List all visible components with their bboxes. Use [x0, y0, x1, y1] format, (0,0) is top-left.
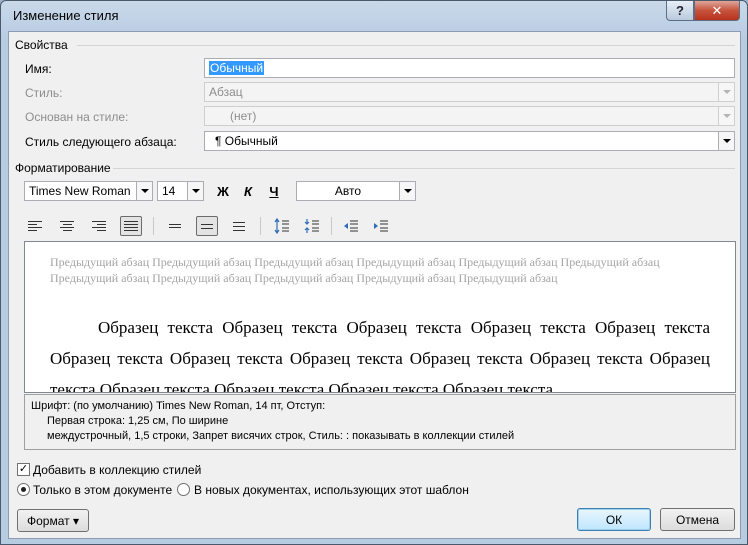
chevron-down-icon: [718, 132, 734, 150]
help-button[interactable]: ?: [666, 1, 694, 21]
decrease-spacing-icon: [304, 219, 319, 233]
name-label: Имя:: [25, 62, 52, 76]
description-line-1: Шрифт: (по умолчанию) Times New Roman, 1…: [31, 400, 326, 412]
format-button[interactable]: Формат ▾: [17, 509, 89, 532]
name-input[interactable]: Обычный: [204, 58, 735, 78]
align-center-icon: [60, 221, 74, 231]
only-this-document-radio[interactable]: [17, 483, 30, 496]
help-icon: ?: [676, 3, 684, 18]
decrease-indent-icon: [344, 220, 358, 232]
add-to-gallery-checkbox[interactable]: ✓: [17, 463, 30, 476]
align-right-icon: [92, 221, 106, 231]
toolbar-separator: [260, 217, 261, 235]
font-color-value: Авто: [334, 184, 362, 198]
new-documents-label[interactable]: В новых документах, использующих этот ша…: [194, 483, 469, 497]
one-half-spacing-button[interactable]: [196, 216, 218, 236]
dialog-body: Свойства Имя: Обычный Стиль: Абзац Основ…: [8, 31, 741, 539]
decrease-paragraph-spacing-button[interactable]: [301, 216, 323, 236]
properties-heading: Свойства: [15, 38, 68, 52]
previous-paragraph-text: Предыдущий абзац Предыдущий абзац Предыд…: [50, 255, 660, 285]
chevron-down-icon: [136, 182, 152, 200]
formatting-divider: [113, 168, 735, 169]
chevron-down-icon: [718, 107, 734, 125]
title-bar[interactable]: Изменение стиля ? ✕: [1, 1, 747, 31]
sample-text-content: Образец текста Образец текста Образец те…: [50, 318, 710, 393]
next-style-select[interactable]: ¶ Обычный: [204, 131, 735, 151]
bold-icon: Ж: [217, 183, 229, 199]
cancel-button[interactable]: Отмена: [660, 508, 735, 531]
underline-button[interactable]: Ч: [263, 181, 285, 201]
increase-indent-icon: [374, 220, 388, 232]
close-icon: ✕: [711, 2, 723, 18]
based-on-select[interactable]: (нет): [204, 106, 735, 126]
ok-button[interactable]: ОК: [577, 508, 651, 531]
add-to-gallery-label[interactable]: Добавить в коллекцию стилей: [33, 463, 201, 477]
next-style-value: ¶ Обычный: [215, 134, 278, 148]
align-center-button[interactable]: [56, 216, 78, 236]
based-on-value: (нет): [230, 109, 257, 123]
double-spacing-icon: [233, 221, 245, 231]
dialog-title: Изменение стиля: [13, 8, 119, 23]
only-this-document-label[interactable]: Только в этом документе: [33, 483, 172, 497]
next-style-label: Стиль следующего абзаца:: [25, 135, 177, 149]
toolbar-separator: [153, 217, 154, 235]
new-documents-radio[interactable]: [177, 483, 190, 496]
formatting-heading: Форматирование: [15, 161, 111, 175]
single-spacing-button[interactable]: [164, 216, 186, 236]
align-left-icon: [28, 221, 42, 231]
font-size-select[interactable]: 14: [157, 181, 204, 201]
close-button[interactable]: ✕: [694, 1, 740, 21]
decrease-indent-button[interactable]: [340, 216, 362, 236]
chevron-down-icon: [718, 83, 734, 101]
double-spacing-button[interactable]: [228, 216, 250, 236]
style-type-value: Абзац: [209, 85, 243, 99]
underline-icon: Ч: [269, 183, 279, 199]
font-color-select[interactable]: Авто: [296, 181, 416, 201]
bold-button[interactable]: Ж: [212, 181, 234, 201]
chevron-down-icon: [187, 182, 203, 200]
style-type-select[interactable]: Абзац: [204, 82, 735, 102]
name-value: Обычный: [209, 61, 265, 75]
align-right-button[interactable]: [88, 216, 110, 236]
align-left-button[interactable]: [24, 216, 46, 236]
based-on-label: Основан на стиле:: [25, 110, 129, 124]
font-value: Times New Roman: [29, 184, 131, 198]
italic-button[interactable]: К: [237, 181, 259, 201]
properties-divider: [77, 45, 735, 46]
description-line-3: междустрочный, 1,5 строки, Запрет висячи…: [47, 430, 515, 442]
radio-dot-icon: [21, 487, 26, 492]
italic-icon: К: [244, 183, 252, 199]
sample-text: Образец текста Образец текста Образец те…: [50, 312, 710, 393]
increase-indent-button[interactable]: [370, 216, 392, 236]
single-spacing-icon: [169, 224, 181, 228]
font-size-value: 14: [162, 184, 176, 198]
style-preview: Предыдущий абзац Предыдущий абзац Предыд…: [24, 241, 736, 393]
font-select[interactable]: Times New Roman: [24, 181, 153, 201]
style-type-label: Стиль:: [25, 86, 63, 100]
increase-spacing-icon: [274, 218, 289, 234]
toolbar-separator: [331, 217, 332, 235]
description-line-2: Первая строка: 1,25 см, По ширине: [47, 415, 229, 427]
modify-style-dialog: Изменение стиля ? ✕ Свойства Имя: Обычны…: [0, 0, 748, 545]
justify-button[interactable]: [120, 216, 142, 236]
one-half-spacing-icon: [201, 223, 213, 229]
chevron-down-icon: [399, 182, 415, 200]
increase-paragraph-spacing-button[interactable]: [271, 216, 293, 236]
style-description: Шрифт: (по умолчанию) Times New Roman, 1…: [24, 394, 736, 450]
justify-icon: [124, 221, 138, 231]
checkmark-icon: ✓: [18, 463, 29, 475]
